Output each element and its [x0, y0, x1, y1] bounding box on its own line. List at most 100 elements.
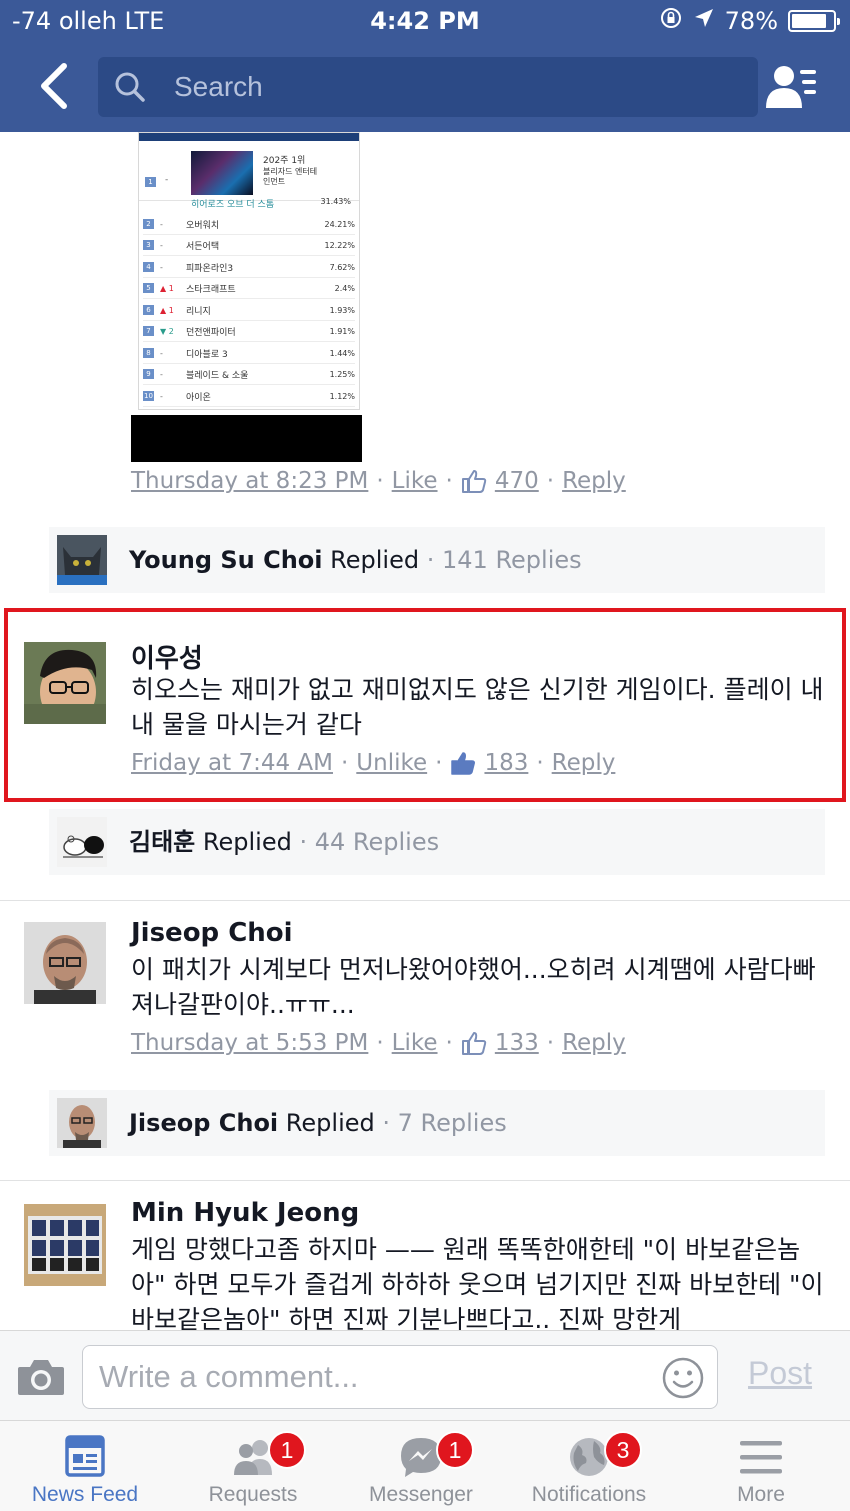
post-button[interactable]: Post [748, 1355, 812, 1392]
replier-name[interactable]: Young Su Choi [129, 546, 323, 574]
chevron-left-icon [41, 63, 67, 109]
comment-meta: Thursday at 8:23 PM · Like · 470 · Reply [131, 468, 626, 494]
comment-timestamp[interactable]: Friday at 7:44 AM [131, 750, 333, 776]
emoji-button[interactable] [661, 1356, 705, 1400]
reply-link[interactable]: Reply [562, 1030, 626, 1056]
comment-timestamp[interactable]: Thursday at 5:53 PM [131, 1030, 368, 1056]
status-indicators: 78% [659, 6, 840, 36]
redaction-block [131, 415, 362, 462]
like-link[interactable]: Like [392, 1030, 438, 1056]
ranking-row: 6 ▲ 1 리니지 1.93% [143, 300, 355, 321]
replies-count[interactable]: 141 Replies [442, 546, 582, 574]
first-game-percent: 31.43% [320, 197, 351, 206]
tab-news-feed[interactable]: News Feed [0, 1421, 170, 1511]
person-list-icon [766, 66, 816, 108]
tab-requests[interactable]: 1 Requests [168, 1421, 338, 1511]
replies-summary[interactable]: Jiseop Choi Replied · 7 Replies [49, 1090, 825, 1156]
publisher-label: 블리자드 엔터테인먼트 [263, 167, 318, 186]
like-count[interactable]: 133 [495, 1030, 539, 1056]
replier-name[interactable]: 김태훈 [129, 828, 195, 856]
battery-icon [788, 10, 840, 32]
comment-meta: Friday at 7:44 AM · Unlike · 183 · Reply [131, 750, 616, 776]
search-bar[interactable] [98, 57, 758, 117]
thumbs-up-icon [450, 751, 476, 775]
tab-label: News Feed [31, 1483, 139, 1506]
like-count[interactable]: 470 [495, 468, 539, 494]
like-link[interactable]: Like [392, 468, 438, 494]
messenger-badge: 1 [436, 1431, 474, 1469]
ranking-row: 7 ▼ 2 던전앤파이터 1.91% [143, 321, 355, 342]
comment-input[interactable]: Write a comment... [82, 1345, 718, 1409]
location-icon [693, 6, 715, 36]
search-icon [114, 71, 146, 107]
thumbs-up-icon [461, 469, 487, 493]
game-ranking-image[interactable]: 1 - 202주 1위 블리자드 엔터테인먼트 히어로즈 오브 더 스톰 31.… [138, 132, 360, 410]
tab-notifications[interactable]: 3 Notifications [504, 1421, 674, 1511]
battery-percent: 78% [724, 7, 778, 35]
rank-badge: 1 [145, 177, 156, 187]
search-input[interactable] [174, 57, 734, 117]
tab-messenger[interactable]: 1 Messenger [336, 1421, 506, 1511]
avatar [57, 817, 107, 867]
replies-summary[interactable]: 김태훈 Replied · 44 Replies [49, 809, 825, 875]
like-count[interactable]: 183 [484, 750, 528, 776]
tab-label: Notifications [531, 1483, 647, 1506]
comment-composer: Write a comment... Post [0, 1330, 850, 1420]
commenter-name[interactable]: Min Hyuk Jeong [131, 1198, 359, 1228]
ranking-row: 9- 블레이드 & 소울 1.25% [143, 364, 355, 385]
ranking-header [139, 133, 359, 141]
ranking-row: 4- 피파온라인3 7.62% [143, 257, 355, 278]
replied-word: Replied [285, 1109, 375, 1137]
comment-meta: Thursday at 5:53 PM · Like · 133 · Reply [131, 1030, 626, 1056]
tab-bar: News Feed 1 Requests 1 Messenger 3 Notif… [0, 1420, 850, 1511]
avatar[interactable] [24, 642, 106, 724]
week-label: 202주 1위 [263, 156, 306, 166]
divider [0, 900, 850, 901]
smiley-icon [662, 1357, 704, 1399]
ranking-first-place: 1 - 202주 1위 블리자드 엔터테인먼트 [139, 141, 359, 201]
ranking-row: 8- 디아블로 3 1.44% [143, 343, 355, 364]
commenter-name[interactable]: Jiseop Choi [131, 918, 293, 948]
ranking-row: 10- 아이온 1.12% [143, 386, 355, 407]
replies-count[interactable]: 44 Replies [315, 828, 439, 856]
unlike-link[interactable]: Unlike [356, 750, 427, 776]
reply-link[interactable]: Reply [552, 750, 616, 776]
commenter-name[interactable]: 이우성 [131, 638, 203, 675]
divider [0, 1180, 850, 1181]
top-bar: -74 olleh LTE 4:42 PM 78% [0, 0, 850, 132]
comment-text: 이 패치가 시계보다 먼저나왔어야했어...오히려 시계땜에 사람다빠져나갈판이… [131, 955, 816, 1019]
avatar[interactable] [24, 922, 106, 1004]
ranking-row: 5 ▲ 1 스타크래프트 2.4% [143, 278, 355, 299]
tab-label: Requests [208, 1483, 298, 1506]
tab-more[interactable]: More [676, 1421, 846, 1511]
comment-timestamp[interactable]: Thursday at 8:23 PM [131, 468, 368, 494]
ranking-row: 3- 서든어택 12.22% [143, 235, 355, 256]
camera-icon [18, 1360, 64, 1395]
replies-summary[interactable]: Young Su Choi Replied · 141 Replies [49, 527, 825, 593]
avatar [57, 535, 107, 585]
avatar [57, 1098, 107, 1148]
tab-label: More [737, 1483, 785, 1506]
news-feed-icon [60, 1435, 110, 1479]
game-thumbnail [191, 151, 253, 195]
back-button[interactable] [34, 60, 74, 112]
ranking-row: 2- 오버워치 24.21% [143, 214, 355, 235]
friends-list-button[interactable] [764, 62, 820, 112]
comment-placeholder: Write a comment... [99, 1359, 359, 1394]
replied-word: Replied [202, 828, 292, 856]
comment-text: 게임 망했다고좀 하지마 —— 원래 똑똑한애한테 "이 바보같은놈아" 하면 … [131, 1235, 824, 1330]
reply-link[interactable]: Reply [562, 468, 626, 494]
thumbs-up-icon [461, 1031, 487, 1055]
camera-button[interactable] [16, 1355, 66, 1399]
replies-count[interactable]: 7 Replies [398, 1109, 507, 1137]
tab-label: Messenger [369, 1483, 473, 1506]
avatar[interactable] [24, 1204, 106, 1286]
requests-badge: 1 [268, 1431, 306, 1469]
first-game-name: 히어로즈 오브 더 스톰 [191, 200, 275, 210]
menu-icon [736, 1435, 786, 1479]
comment-feed[interactable]: 1 - 202주 1위 블리자드 엔터테인먼트 히어로즈 오브 더 스톰 31.… [0, 132, 850, 1330]
notifications-badge: 3 [604, 1431, 642, 1469]
replied-word: Replied [330, 546, 420, 574]
replier-name[interactable]: Jiseop Choi [129, 1109, 278, 1137]
comment-text: 히오스는 재미가 없고 재미없지도 않은 신기한 게임이다. 플레이 내내 물을… [131, 675, 824, 739]
